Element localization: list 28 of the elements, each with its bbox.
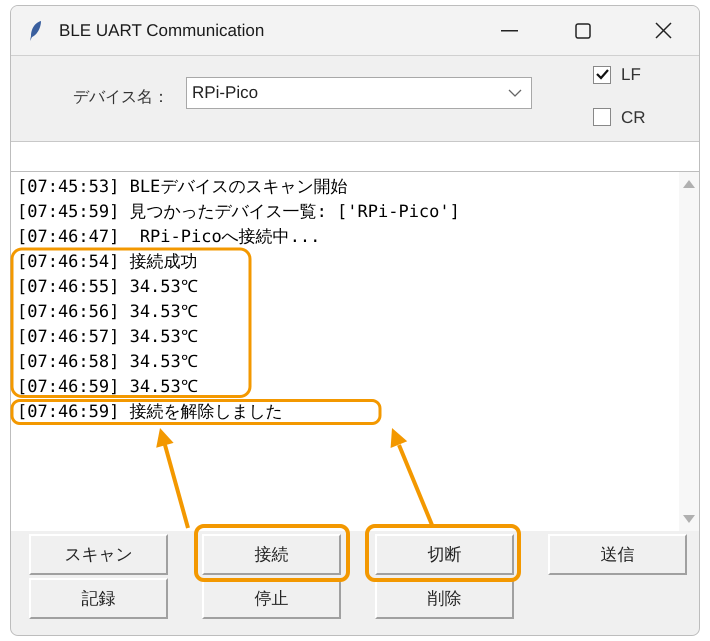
action-button[interactable]: 切断 bbox=[375, 534, 514, 575]
log-line: [07:46:57] 34.53℃ bbox=[17, 328, 198, 346]
close-icon[interactable] bbox=[655, 22, 672, 39]
checkbox-label[interactable]: CR bbox=[621, 104, 646, 130]
checkbox[interactable] bbox=[593, 108, 611, 126]
minimize-icon[interactable] bbox=[501, 30, 518, 32]
log-line: [07:46:56] 34.53℃ bbox=[17, 302, 198, 320]
log-line: [07:45:53] BLEデバイスのスキャン開始 bbox=[17, 178, 348, 196]
checkbox[interactable] bbox=[593, 66, 611, 84]
feather-icon bbox=[29, 20, 43, 42]
action-button[interactable]: スキャン bbox=[29, 534, 168, 575]
checkmark-icon bbox=[596, 69, 608, 80]
log-line: [07:46:54] 接続成功 bbox=[17, 252, 198, 270]
log-line: [07:46:59] 接続を解除しました bbox=[17, 402, 283, 420]
device-label: デバイス名： bbox=[73, 88, 169, 108]
action-button[interactable]: 送信 bbox=[548, 534, 687, 575]
log-line: [07:46:59] 34.53℃ bbox=[17, 378, 198, 396]
device-combobox[interactable]: RPi-Pico bbox=[186, 77, 532, 109]
checkbox-label[interactable]: LF bbox=[621, 62, 641, 88]
log-line: [07:46:47] RPi-Picoへ接続中... bbox=[17, 228, 320, 246]
chevron-down-icon[interactable] bbox=[508, 89, 522, 97]
action-button[interactable]: 接続 bbox=[202, 534, 341, 575]
maximize-icon[interactable] bbox=[575, 22, 591, 38]
log-line: [07:46:55] 34.53℃ bbox=[17, 278, 198, 296]
window-title: BLE UART Communication bbox=[59, 20, 264, 42]
action-button[interactable]: 記録 bbox=[29, 578, 168, 619]
log-line: [07:46:58] 34.53℃ bbox=[17, 352, 198, 370]
log-line: [07:45:59] 見つかったデバイス一覧: ['RPi-Pico'] bbox=[17, 202, 460, 220]
